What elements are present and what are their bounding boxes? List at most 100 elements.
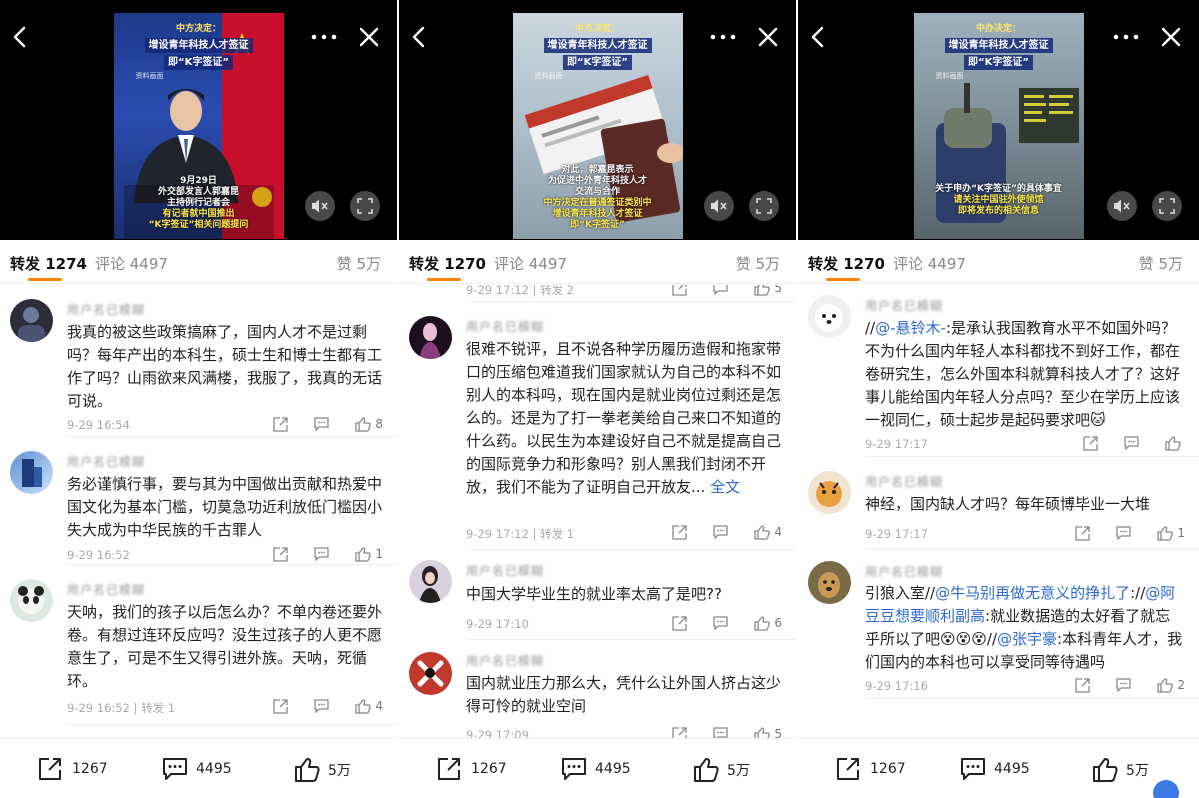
tab-likes[interactable]: 赞 5万 <box>337 253 381 274</box>
comment-button[interactable]: 4495 <box>561 757 631 781</box>
tab-reposts[interactable]: 转发 1274 <box>10 253 87 274</box>
comment-reply-button[interactable] <box>1116 526 1135 540</box>
floating-action-button[interactable] <box>1153 780 1179 798</box>
more-options-icon[interactable] <box>309 24 339 50</box>
repost-button[interactable]: 1267 <box>38 757 108 781</box>
avatar[interactable] <box>409 316 452 359</box>
mute-button[interactable] <box>305 191 335 221</box>
like-button[interactable]: 5万 <box>1092 757 1149 783</box>
back-icon[interactable] <box>804 20 832 54</box>
thumbs-up-icon <box>1157 525 1174 541</box>
commenter-name[interactable]: 用户名已模糊 <box>466 652 544 668</box>
comment-share-button[interactable] <box>672 615 691 631</box>
tab-likes[interactable]: 赞 5万 <box>1139 253 1183 274</box>
tab-reposts[interactable]: 转发 1270 <box>808 253 885 274</box>
comment-reply-button[interactable] <box>314 547 333 561</box>
comment-time: 9-29 16:52 <box>67 548 130 562</box>
commenter-name[interactable]: 用户名已模糊 <box>466 562 544 578</box>
mute-button[interactable] <box>704 191 734 221</box>
share-icon <box>1075 525 1091 541</box>
comment-share-button[interactable] <box>273 416 292 432</box>
comment-share-button[interactable] <box>672 524 691 540</box>
comment-share-button[interactable] <box>273 546 292 562</box>
fullscreen-button[interactable] <box>1152 191 1182 221</box>
comment-list[interactable]: 用户名已模糊 //@-悬铃木-:是承认我国教育水平不如国外吗？不为什么国内年轻人… <box>798 285 1199 738</box>
comment-share-button[interactable] <box>672 285 691 296</box>
comment-reply-button[interactable] <box>1116 678 1135 692</box>
video-thumbnail: 中办决定： 增设青年科技人才签证 即“K字签证” 资料画面 关于申办“K字签证”… <box>913 13 1084 239</box>
avatar[interactable] <box>10 451 53 494</box>
mute-button[interactable] <box>1107 191 1137 221</box>
comment-like-button[interactable]: 5 <box>754 726 782 738</box>
comment-repost-count[interactable]: 转发 1 <box>141 701 175 715</box>
like-button[interactable]: 5万 <box>693 757 750 783</box>
mention-link[interactable]: @-悬铃木- <box>875 319 946 337</box>
commenter-name[interactable]: 用户名已模糊 <box>466 318 544 334</box>
comment-list[interactable]: 9-29 17:12 | 转发 2 5 用户名已模糊 很难不锐评，且不说各种学历… <box>399 285 796 738</box>
back-icon[interactable] <box>6 20 34 54</box>
avatar[interactable] <box>409 652 452 695</box>
comment-like-button[interactable]: 4 <box>754 524 782 540</box>
avatar[interactable] <box>10 579 53 622</box>
more-options-icon[interactable] <box>1111 24 1141 50</box>
comment-like-button[interactable]: 4 <box>355 698 383 714</box>
back-icon[interactable] <box>405 20 433 54</box>
comment-like-button[interactable]: 5 <box>754 285 782 296</box>
commenter-name[interactable]: 用户名已模糊 <box>67 453 145 469</box>
expand-full-text-link[interactable]: 全文 <box>710 478 740 496</box>
commenter-name[interactable]: 用户名已模糊 <box>865 563 943 579</box>
tab-likes[interactable]: 赞 5万 <box>736 253 780 274</box>
comment-share-button[interactable] <box>1075 677 1094 693</box>
tab-comments[interactable]: 评论 4497 <box>893 253 966 274</box>
comment-repost-count[interactable]: 转发 2 <box>540 285 574 297</box>
avatar[interactable] <box>409 560 452 603</box>
avatar[interactable] <box>808 561 851 604</box>
commenter-name[interactable]: 用户名已模糊 <box>67 301 145 317</box>
tab-reposts[interactable]: 转发 1270 <box>409 253 486 274</box>
comment-button[interactable]: 4495 <box>960 757 1030 781</box>
comment-share-button[interactable] <box>1083 435 1102 451</box>
video-player[interactable]: 中方决定： 增设青年科技人才签证 即“K字签证” 资料画面 对此，郭嘉昆表示 为… <box>399 0 796 240</box>
avatar[interactable] <box>808 295 851 338</box>
close-icon[interactable] <box>1157 22 1185 52</box>
mention-link[interactable]: @牛马别再做无意义的挣扎了 <box>935 584 1130 602</box>
avatar[interactable] <box>808 471 851 514</box>
commenter-name[interactable]: 用户名已模糊 <box>865 297 943 313</box>
comment-like-button[interactable] <box>1165 435 1185 451</box>
comment-reply-button[interactable] <box>713 727 732 738</box>
video-player[interactable]: 中方决定： 增设青年科技人才签证 即“K字签证” 资料画面 9月29日 外交部发… <box>0 0 397 240</box>
comment-like-button[interactable]: 6 <box>754 615 782 631</box>
commenter-name[interactable]: 用户名已模糊 <box>865 473 943 489</box>
comment-share-button[interactable] <box>672 726 691 738</box>
comment-like-button[interactable]: 1 <box>355 546 383 562</box>
avatar[interactable] <box>10 299 53 342</box>
comment-like-button[interactable]: 2 <box>1157 677 1185 693</box>
fullscreen-icon <box>357 198 373 214</box>
comment-button[interactable]: 4495 <box>162 757 232 781</box>
repost-button[interactable]: 1267 <box>437 757 507 781</box>
close-icon[interactable] <box>754 22 782 52</box>
fullscreen-button[interactable] <box>350 191 380 221</box>
like-button[interactable]: 5万 <box>294 757 351 783</box>
comment-like-button[interactable]: 8 <box>355 416 383 432</box>
fullscreen-button[interactable] <box>749 191 779 221</box>
tab-comments[interactable]: 评论 4497 <box>494 253 567 274</box>
close-icon[interactable] <box>355 22 383 52</box>
tab-comments[interactable]: 评论 4497 <box>95 253 168 274</box>
mention-link[interactable]: @张宇豪 <box>997 630 1057 648</box>
comment-reply-button[interactable] <box>713 285 732 295</box>
repost-button[interactable]: 1267 <box>836 757 906 781</box>
comment-repost-count[interactable]: 转发 1 <box>540 527 574 541</box>
comment-share-button[interactable] <box>273 698 292 714</box>
comment-like-button[interactable]: 1 <box>1157 525 1185 541</box>
comment-list[interactable]: 用户名已模糊 我真的被这些政策搞麻了，国内人才不是过剩吗？每年产出的本科生，硕士… <box>0 285 397 738</box>
video-player[interactable]: 中办决定： 增设青年科技人才签证 即“K字签证” 资料画面 关于申办“K字签证”… <box>798 0 1199 240</box>
comment-share-button[interactable] <box>1075 525 1094 541</box>
comment-reply-button[interactable] <box>713 616 732 630</box>
comment-reply-button[interactable] <box>1124 436 1143 450</box>
more-options-icon[interactable] <box>708 24 738 50</box>
comment-reply-button[interactable] <box>314 417 333 431</box>
commenter-name[interactable]: 用户名已模糊 <box>67 581 145 597</box>
comment-reply-button[interactable] <box>713 525 732 539</box>
comment-reply-button[interactable] <box>314 699 333 713</box>
